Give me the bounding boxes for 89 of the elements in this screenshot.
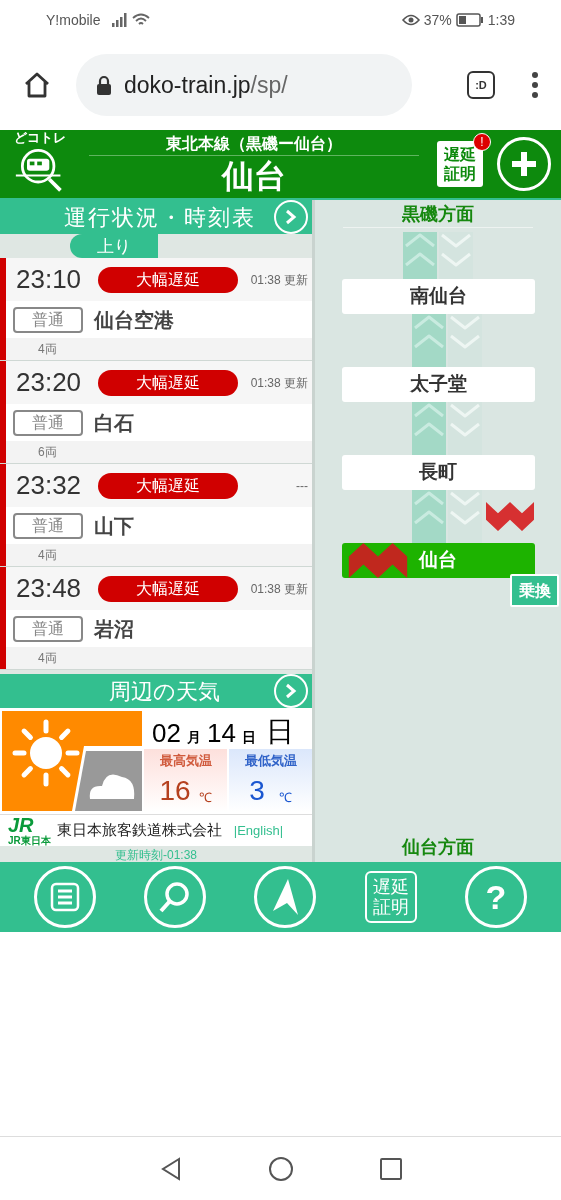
station-name: 太子堂 [409, 372, 467, 397]
updated-time: --- [296, 477, 308, 495]
car-count: 4両 [38, 547, 57, 564]
delay-certificate-button[interactable]: 遅延 証明 [364, 871, 417, 923]
back-icon[interactable] [159, 1156, 182, 1181]
station-name: 仙台 [419, 548, 457, 573]
more-menu-icon[interactable] [531, 71, 539, 99]
jr-logo-caption: JR東日本 [8, 835, 51, 846]
delay-status: 大幅遅延 [98, 472, 238, 499]
departure-time: 23:48 [16, 572, 83, 605]
plus-icon [510, 150, 538, 178]
recents-icon[interactable] [379, 1157, 402, 1180]
url-text: doko-train.jp/sp/ [124, 70, 288, 100]
station-name: 長町 [419, 460, 457, 485]
add-button[interactable] [497, 137, 551, 191]
direction-tab[interactable]: 上り [70, 234, 158, 258]
search-button[interactable] [144, 866, 207, 928]
jr-logo: JR [8, 815, 34, 835]
delay-status: 大幅遅延 [98, 575, 238, 602]
day-unit: 日 [241, 727, 256, 747]
home-icon[interactable] [267, 1155, 294, 1182]
transfer-button[interactable]: 乗換 [510, 574, 559, 607]
direction-label: 黒磯方面 [402, 203, 474, 226]
train-type: 普通 [13, 306, 83, 333]
battery-percent: 37% [423, 10, 452, 30]
lock-icon [96, 75, 112, 95]
high-temp: 16 [159, 774, 191, 808]
temp-unit: ℃ [198, 788, 212, 807]
low-temp: 3 [249, 774, 265, 808]
station-box[interactable]: 南仙台 [341, 279, 535, 314]
menu-button[interactable] [34, 866, 97, 928]
list-icon [50, 882, 81, 912]
navigation-arrow-icon [270, 877, 301, 917]
car-count: 6両 [38, 444, 57, 461]
high-temp-label: 最高気温 [159, 751, 212, 770]
destination: 仙台空港 [94, 307, 174, 333]
month-unit: 月 [186, 727, 201, 747]
train-type: 普通 [13, 512, 83, 539]
signal-icon [112, 13, 129, 27]
carrier-name: Y!mobile [46, 10, 101, 30]
station-box[interactable]: 太子堂 [341, 367, 535, 402]
logo-drawing[interactable]: どコトレ [10, 131, 70, 197]
line-name: 東北本線（黒磯ー仙台） [165, 133, 342, 154]
chevron-right-icon [285, 209, 297, 225]
train-marker-icon [347, 543, 408, 578]
station-name: 南仙台 [409, 284, 467, 309]
timetable-title: 運行状況・時刻表 [64, 203, 256, 232]
low-temp-label: 最低気温 [244, 751, 297, 770]
updated-time: 01:38 更新 [250, 580, 308, 598]
help-button[interactable]: ? [464, 866, 527, 928]
weekday: 日 [265, 714, 294, 749]
day: 14 [206, 716, 236, 749]
alert-badge: ! [473, 133, 491, 151]
weather-title: 周辺の天気 [109, 677, 220, 706]
track-drawing [403, 232, 473, 279]
departure-time: 23:20 [16, 366, 83, 399]
departure-time: 23:10 [16, 263, 83, 296]
destination: 白石 [94, 410, 134, 436]
month: 02 [152, 716, 181, 749]
departure-time: 23:32 [16, 469, 83, 502]
track-drawing [411, 402, 482, 455]
next-button[interactable] [274, 200, 308, 234]
delay-status: 大幅遅延 [98, 266, 238, 293]
car-count: 4両 [38, 650, 57, 667]
url-bar[interactable]: doko-train.jp/sp/ [76, 54, 412, 116]
temp-unit: ℃ [278, 788, 292, 807]
updated-time: 01:38 更新 [250, 374, 308, 392]
chevron-right-icon [285, 683, 297, 699]
destination: 岩沼 [94, 616, 134, 642]
wifi-icon [132, 13, 151, 27]
tab-switcher-button[interactable]: :D [467, 71, 495, 99]
updated-time: 01:38 更新 [250, 271, 308, 289]
last-updated: 更新時刻-01:38 [115, 847, 197, 864]
battery-icon [455, 13, 484, 27]
clock-time: 1:39 [487, 10, 515, 30]
delay-status: 大幅遅延 [98, 369, 238, 396]
destination: 山下 [94, 513, 134, 539]
station-box[interactable]: 長町 [341, 455, 535, 490]
direction-label: 仙台方面 [402, 836, 474, 859]
eye-icon [401, 14, 420, 26]
track-drawing [411, 314, 482, 367]
station-title: 仙台 [221, 156, 286, 196]
track-drawing [411, 490, 482, 543]
company-name: 東日本旅客鉄道株式会社 [56, 820, 222, 841]
english-link[interactable]: |English| [233, 820, 284, 841]
train-type: 普通 [13, 409, 83, 436]
train-type: 普通 [13, 615, 83, 642]
location-button[interactable] [254, 866, 317, 928]
car-count: 4両 [38, 341, 57, 358]
